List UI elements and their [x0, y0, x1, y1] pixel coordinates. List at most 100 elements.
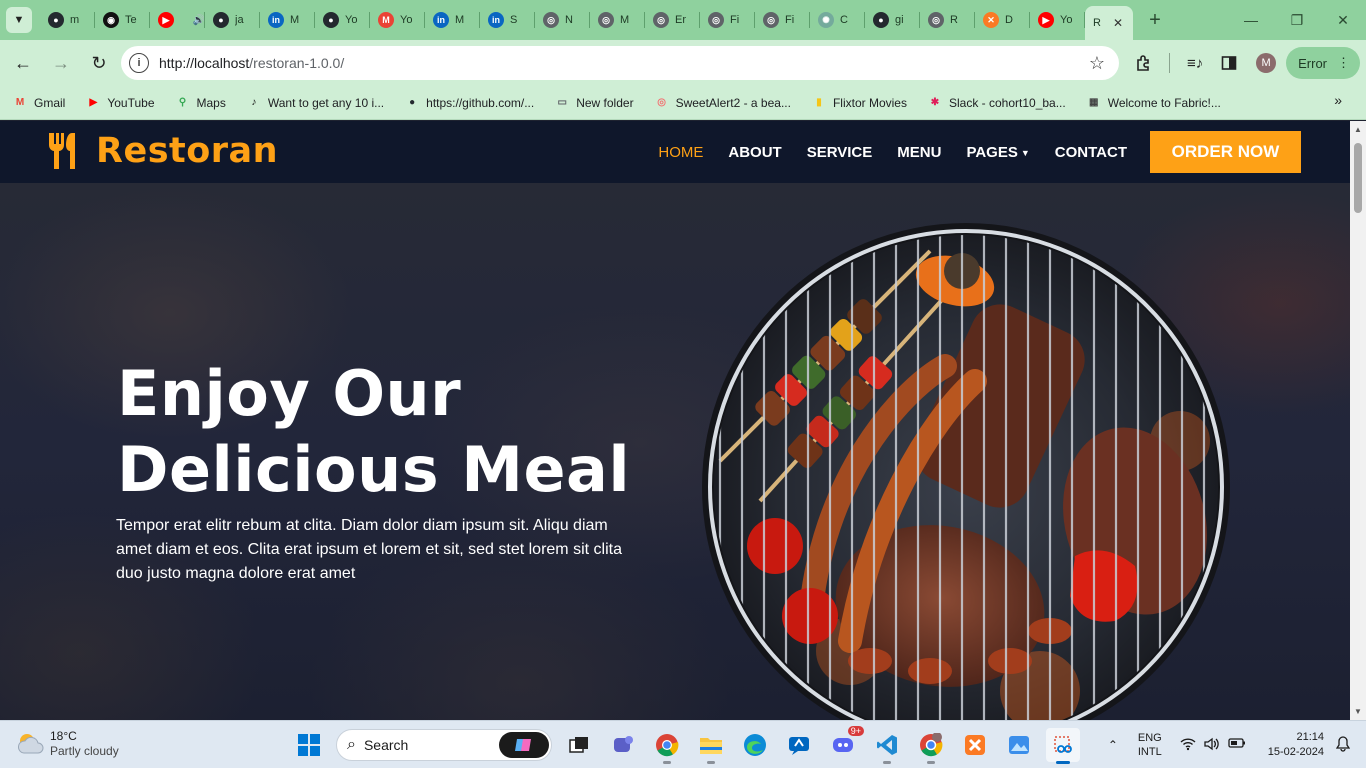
bookmark-item[interactable]: ▶ YouTube: [85, 96, 154, 110]
edge-icon[interactable]: [738, 728, 772, 762]
close-window-button[interactable]: ✕: [1320, 0, 1366, 40]
chevron-up-icon[interactable]: ⌃: [1108, 738, 1118, 752]
url-text[interactable]: http://localhost/restoran-1.0.0/: [159, 55, 344, 71]
bookmark-item[interactable]: ◎ SweetAlert2 - a bea...: [654, 96, 791, 110]
tab-title: D: [1005, 14, 1013, 26]
xampp-icon[interactable]: [958, 728, 992, 762]
weather-condition: Partly cloudy: [50, 744, 119, 758]
task-view-icon[interactable]: [562, 728, 596, 762]
vscode-icon[interactable]: [870, 728, 904, 764]
nav-link-label: Contact: [1054, 143, 1127, 161]
weather-widget[interactable]: 18°C Partly cloudy: [16, 729, 119, 759]
media-controls-icon[interactable]: ≡♪: [1178, 46, 1212, 80]
minimize-button[interactable]: —: [1228, 0, 1274, 40]
photos-icon[interactable]: [1002, 728, 1036, 762]
discord-badge: 9+: [847, 726, 864, 736]
notifications-icon[interactable]: [1335, 735, 1360, 755]
utensils-icon: [49, 133, 75, 169]
browser-tab[interactable]: M Yo: [370, 0, 425, 40]
site-info-icon[interactable]: i: [129, 53, 149, 73]
bookmark-item[interactable]: ▦ Welcome to Fabric!...: [1086, 96, 1221, 110]
hero-description: Tempor erat elitr rebum at clita. Diam d…: [116, 517, 622, 582]
sweetalert-icon: ◎: [657, 97, 666, 108]
browser-tab[interactable]: in S: [480, 0, 535, 40]
bookmark-item[interactable]: ▭ New folder: [554, 96, 633, 110]
scroll-up-icon[interactable]: ▲: [1354, 125, 1362, 134]
tab-search-button[interactable]: ▼: [6, 7, 32, 33]
nav-link-contact[interactable]: Contact: [1055, 144, 1127, 161]
teams-icon[interactable]: [606, 728, 640, 762]
browser-tab[interactable]: ✕ D: [975, 0, 1030, 40]
toolbar-actions: ≡♪ M Error ⋮: [1127, 40, 1366, 86]
github-icon: ●: [48, 12, 64, 28]
browser-tab[interactable]: ◎ Er: [645, 0, 700, 40]
linkedin-icon: in: [488, 12, 504, 28]
speaker-icon[interactable]: 🔊: [193, 15, 205, 26]
forward-button[interactable]: →: [44, 46, 78, 80]
extensions-icon[interactable]: [1127, 46, 1161, 80]
nav-link-pages[interactable]: Pages ▼: [966, 144, 1029, 161]
back-button[interactable]: ←: [6, 46, 40, 80]
tab-title: ja: [235, 14, 244, 26]
browser-tab[interactable]: ● Yo: [315, 0, 370, 40]
copilot-icon[interactable]: [499, 732, 549, 758]
taskbar-search[interactable]: ⌕ Search: [336, 729, 552, 761]
language-indicator[interactable]: ENG INTL: [1138, 731, 1162, 759]
reload-button[interactable]: ↻: [82, 46, 116, 80]
browser-tab[interactable]: ◉ Te: [95, 0, 150, 40]
order-now-button[interactable]: Order Now: [1150, 131, 1301, 173]
discord-icon[interactable]: 9+: [826, 726, 864, 762]
bookmark-item[interactable]: M Gmail: [12, 95, 66, 110]
browser-tab[interactable]: ✺ C: [810, 0, 865, 40]
browser-tab[interactable]: in M: [260, 0, 315, 40]
chevron-double-right-icon[interactable]: »: [1334, 92, 1342, 108]
bookmark-item[interactable]: ● https://github.com/...: [404, 96, 534, 110]
nav-link-home[interactable]: Home: [658, 144, 703, 161]
site-brand[interactable]: Restoran: [46, 131, 278, 171]
browser-tab[interactable]: in M: [425, 0, 480, 40]
side-panel-icon[interactable]: [1212, 46, 1246, 80]
chrome-profile-icon[interactable]: [914, 728, 948, 764]
bookmark-item[interactable]: ⚲ Maps: [175, 96, 226, 110]
restore-button[interactable]: ❐: [1274, 0, 1320, 40]
profile-avatar[interactable]: M: [1256, 53, 1277, 73]
scroll-down-icon[interactable]: ▼: [1354, 707, 1362, 716]
tab-title: Yo: [400, 14, 413, 26]
browser-tab[interactable]: ▶ 🔊: [150, 0, 205, 40]
bookmark-item[interactable]: ♪ Want to get any 10 i...: [246, 96, 384, 110]
browser-tab[interactable]: ◎ M: [590, 0, 645, 40]
new-tab-button[interactable]: +: [1141, 6, 1169, 34]
quick-settings[interactable]: [1180, 737, 1246, 754]
tab-title: M: [455, 14, 465, 26]
bookmark-label: Gmail: [34, 95, 66, 110]
bookmark-star-icon[interactable]: ☆: [1089, 53, 1105, 74]
browser-tab[interactable]: ◎ R: [920, 0, 975, 40]
browser-tab[interactable]: ● ja: [205, 0, 260, 40]
file-explorer-icon[interactable]: [694, 728, 728, 764]
bookmark-label: Slack - cohort10_ba...: [948, 95, 1066, 110]
snipping-tool-icon[interactable]: [1046, 728, 1080, 764]
chrome-icon[interactable]: [650, 728, 684, 764]
close-tab-icon[interactable]: ✕: [1113, 16, 1123, 30]
nav-link-menu[interactable]: Menu: [897, 144, 941, 161]
page-scrollbar[interactable]: ▲ ▼: [1350, 121, 1366, 720]
scrollbar-thumb[interactable]: [1354, 143, 1362, 213]
start-button[interactable]: [292, 728, 326, 762]
url-host: http://localhost: [159, 55, 250, 71]
bookmark-item[interactable]: ▮ Flixtor Movies: [811, 96, 907, 110]
copilot-app-icon[interactable]: [782, 728, 816, 762]
browser-tab[interactable]: ◎ Fi: [700, 0, 755, 40]
language-code: ENG: [1137, 732, 1162, 744]
browser-tab[interactable]: ◎ N: [535, 0, 590, 40]
browser-tab[interactable]: ● m: [40, 0, 95, 40]
taskbar-clock[interactable]: 21:14 15-02-2024: [1268, 730, 1324, 760]
update-error-button[interactable]: Error ⋮: [1286, 47, 1360, 79]
nav-link-about[interactable]: About: [728, 144, 781, 161]
browser-tab[interactable]: ● gi: [865, 0, 920, 40]
browser-tab[interactable]: ◎ Fi: [755, 0, 810, 40]
browser-tab-active[interactable]: R ✕: [1085, 6, 1133, 40]
address-bar[interactable]: i http://localhost/restoran-1.0.0/ ☆: [121, 46, 1119, 80]
nav-link-service[interactable]: Service: [807, 144, 873, 161]
browser-tab[interactable]: ▶ Yo: [1030, 0, 1085, 40]
bookmark-item[interactable]: ✱ Slack - cohort10_ba...: [927, 96, 1066, 110]
